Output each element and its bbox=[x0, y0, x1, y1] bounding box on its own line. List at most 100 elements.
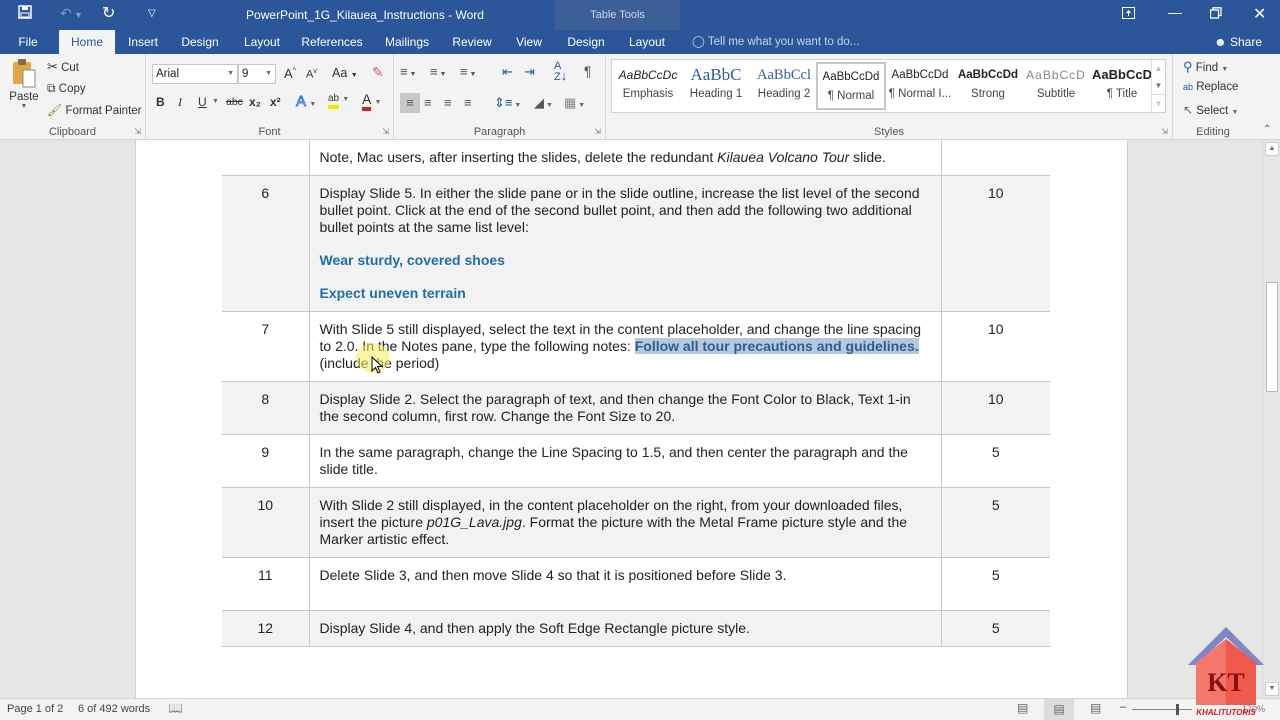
center-button[interactable]: ≡ bbox=[424, 93, 432, 113]
replace-button[interactable]: ab Replace bbox=[1183, 81, 1238, 93]
scrollbar-thumb[interactable] bbox=[1266, 282, 1278, 392]
shrink-font-button[interactable]: Av bbox=[306, 68, 317, 81]
read-mode-icon[interactable]: ▤ bbox=[1017, 701, 1028, 715]
italic-button[interactable]: I bbox=[178, 95, 182, 110]
highlight-button[interactable]: ab ▼ bbox=[328, 92, 349, 109]
style-subtitle[interactable]: AaBbCcD Subtitle bbox=[1022, 62, 1090, 110]
tab-insert[interactable]: Insert bbox=[122, 30, 164, 54]
style-heading-2[interactable]: AaBbCcl Heading 2 bbox=[750, 62, 818, 110]
select-button[interactable]: ↖ Select ▼ bbox=[1183, 103, 1238, 117]
grow-font-button[interactable]: A^ bbox=[284, 66, 296, 81]
copy-button[interactable]: ⧉ Copy bbox=[47, 81, 86, 96]
step-description[interactable]: In the same paragraph, change the Line S… bbox=[309, 434, 942, 488]
underline-button[interactable]: U bbox=[198, 95, 207, 109]
tab-table-design[interactable]: Design bbox=[562, 30, 610, 54]
step-description[interactable]: With Slide 5 still displayed, select the… bbox=[309, 311, 942, 382]
proofing-icon[interactable]: 📖 bbox=[168, 701, 183, 715]
zoom-slider-thumb[interactable] bbox=[1176, 704, 1179, 715]
font-launcher-icon[interactable]: ⇲ bbox=[382, 127, 389, 136]
clear-formatting-button[interactable]: ✎ bbox=[372, 64, 384, 81]
gallery-down-icon[interactable]: ▼ bbox=[1152, 77, 1165, 94]
tell-me-search[interactable]: ◯ Tell me what you want to do... bbox=[692, 30, 859, 54]
style-strong[interactable]: AaBbCcDd Strong bbox=[954, 62, 1022, 110]
align-right-button[interactable]: ≡ bbox=[444, 93, 452, 113]
tab-review[interactable]: Review bbox=[449, 30, 495, 54]
multilevel-list-button[interactable]: ≡ ▼ bbox=[460, 64, 476, 79]
tab-view[interactable]: View bbox=[511, 30, 547, 54]
step-description[interactable]: Display Slide 4, and then apply the Soft… bbox=[309, 610, 942, 647]
tab-references[interactable]: References bbox=[300, 30, 364, 54]
share-button[interactable]: ☻ Share bbox=[1214, 30, 1262, 54]
shading-button[interactable]: ◢ ▼ bbox=[534, 93, 553, 116]
paintbrush-icon: 🖌 bbox=[47, 103, 63, 117]
zoom-slider[interactable] bbox=[1132, 709, 1192, 710]
line-spacing-button[interactable]: ⇕≡ ▼ bbox=[494, 93, 521, 116]
gallery-up-icon[interactable]: ▲ bbox=[1152, 60, 1165, 77]
change-case-button[interactable]: Aa ▼ bbox=[332, 66, 358, 80]
style-normal-indent[interactable]: AaBbCcDd ¶ Normal I... bbox=[886, 62, 954, 110]
tab-design[interactable]: Design bbox=[176, 30, 224, 54]
styles-launcher-icon[interactable]: ⇲ bbox=[1161, 127, 1168, 136]
underline-dropdown-icon[interactable]: ▼ bbox=[212, 98, 219, 105]
clipboard-icon bbox=[13, 59, 36, 88]
zoom-out-button[interactable]: – bbox=[1120, 701, 1126, 713]
sort-button[interactable]: A Z↓ bbox=[554, 61, 567, 83]
word-count[interactable]: 6 of 492 words bbox=[78, 703, 150, 715]
tab-layout[interactable]: Layout bbox=[238, 30, 286, 54]
restore-icon[interactable] bbox=[1209, 6, 1222, 22]
gallery-more-icon[interactable]: ▿ bbox=[1152, 94, 1165, 111]
print-layout-icon[interactable]: ▤ bbox=[1044, 699, 1074, 720]
scroll-up-icon[interactable]: ▲ bbox=[1265, 142, 1279, 156]
align-left-button[interactable]: ≡ bbox=[400, 93, 420, 113]
tab-table-layout[interactable]: Layout bbox=[624, 30, 670, 54]
paste-button[interactable]: Paste ▼ bbox=[8, 58, 40, 110]
borders-button[interactable]: ▦ ▼ bbox=[564, 93, 585, 116]
tab-file[interactable]: File bbox=[8, 30, 48, 54]
clipboard-launcher-icon[interactable]: ⇲ bbox=[134, 127, 141, 136]
step-description[interactable]: Display Slide 5. In either the slide pan… bbox=[309, 175, 942, 312]
find-button[interactable]: ⚲ Find ▼ bbox=[1183, 59, 1228, 75]
style-heading-1[interactable]: AaBbC Heading 1 bbox=[682, 62, 750, 110]
minimize-icon[interactable]: — bbox=[1168, 4, 1182, 20]
font-name-combo[interactable]: Arial ▼ bbox=[152, 64, 238, 84]
font-color-button[interactable]: A ▼ bbox=[362, 92, 381, 111]
clipboard-group-label: Clipboard bbox=[48, 126, 97, 138]
style-emphasis[interactable]: AaBbCcDc Emphasis bbox=[614, 62, 682, 110]
font-group: Arial ▼ 9 ▼ A^ Av Aa ▼ ✎ B I U ▼ abc x₂ … bbox=[146, 54, 394, 140]
style-normal[interactable]: AaBbCcDd ¶ Normal bbox=[816, 62, 886, 110]
tab-home[interactable]: Home bbox=[59, 30, 115, 54]
decrease-indent-button[interactable]: ⇤ bbox=[502, 64, 513, 80]
font-size-combo[interactable]: 9 ▼ bbox=[238, 64, 276, 84]
bullets-button[interactable]: ≡ ▼ bbox=[400, 64, 416, 79]
web-layout-icon[interactable]: ▤ bbox=[1090, 701, 1101, 715]
show-formatting-button[interactable]: ¶ bbox=[584, 63, 592, 79]
step-description[interactable]: Note, Mac users, after inserting the sli… bbox=[309, 140, 942, 176]
collapse-ribbon-icon[interactable]: ⌃ bbox=[1263, 124, 1271, 135]
justify-button[interactable]: ≡ bbox=[464, 93, 472, 113]
bold-button[interactable]: B bbox=[156, 95, 165, 109]
page-count[interactable]: Page 1 of 2 bbox=[7, 703, 63, 715]
close-icon[interactable]: ✕ bbox=[1253, 4, 1266, 24]
strikethrough-button[interactable]: abc bbox=[226, 96, 243, 108]
superscript-button[interactable]: x² bbox=[270, 95, 281, 109]
paragraph-launcher-icon[interactable]: ⇲ bbox=[594, 127, 601, 136]
increase-indent-button[interactable]: ⇥ bbox=[524, 64, 535, 80]
cut-button[interactable]: ✂ Cut bbox=[47, 59, 79, 75]
numbering-button[interactable]: ≡ ▼ bbox=[430, 64, 446, 79]
vertical-scrollbar[interactable]: ▲ ▼ bbox=[1262, 140, 1280, 698]
step-description[interactable]: Display Slide 2. Select the paragraph of… bbox=[309, 381, 942, 435]
step-points: 5 bbox=[941, 557, 1050, 611]
step-description[interactable]: With Slide 2 still displayed, in the con… bbox=[309, 487, 942, 558]
paste-dropdown-icon[interactable]: ▼ bbox=[8, 103, 40, 110]
tab-mailings[interactable]: Mailings bbox=[380, 30, 434, 54]
ribbon-display-options-icon[interactable] bbox=[1122, 6, 1135, 22]
styles-gallery-scroll[interactable]: ▲ ▼ ▿ bbox=[1151, 60, 1165, 112]
step-points: 10 bbox=[941, 311, 1050, 382]
style-title[interactable]: AaBbCcD ¶ Title bbox=[1088, 62, 1156, 110]
text-effects-button[interactable]: A ▼ bbox=[295, 93, 316, 111]
format-painter-button[interactable]: 🖌 Format Painter bbox=[47, 103, 142, 117]
selected-text[interactable]: Follow all tour precautions and guidelin… bbox=[634, 338, 919, 354]
subscript-button[interactable]: x₂ bbox=[249, 95, 261, 109]
step-description[interactable]: Delete Slide 3, and then move Slide 4 so… bbox=[309, 557, 942, 611]
scroll-down-icon[interactable]: ▼ bbox=[1265, 682, 1279, 696]
